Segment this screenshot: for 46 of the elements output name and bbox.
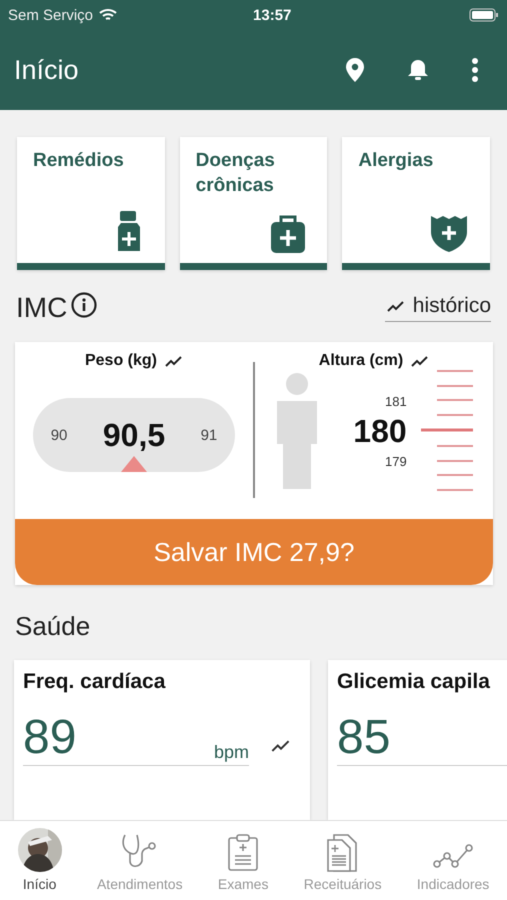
trend-icon[interactable]	[165, 355, 183, 367]
trend-icon[interactable]	[411, 355, 430, 367]
weight-label: Peso (kg)	[84, 352, 157, 370]
carrier-text: Sem Serviço	[8, 6, 94, 24]
medical-kit-icon	[271, 213, 306, 253]
battery-icon	[469, 8, 499, 22]
person-silhouette-icon	[275, 373, 320, 489]
shortcut-card[interactable]: Remédios	[17, 137, 165, 270]
height-label: Altura (cm)	[318, 352, 404, 370]
height-option: 181	[384, 394, 407, 408]
location-pin-icon[interactable]	[345, 57, 365, 83]
weight-value: 90,5	[102, 416, 166, 454]
height-picker[interactable]: 181 180 179	[353, 394, 407, 468]
height-option: 179	[384, 454, 407, 468]
shortcut-card[interactable]: Alergias	[342, 137, 490, 270]
section-title: Saúde	[14, 610, 92, 643]
shortcut-label: Alergias	[358, 149, 434, 173]
weight-picker[interactable]: 90 90,5 91	[33, 398, 235, 472]
wifi-icon	[99, 8, 118, 22]
health-card[interactable]: Glicemia capila 85	[328, 660, 507, 820]
clipboard-icon	[227, 834, 260, 872]
page-title: Início	[14, 54, 80, 86]
metric-value: 89	[23, 710, 76, 765]
tab[interactable]: Início	[18, 828, 62, 892]
pointer-icon	[121, 456, 147, 472]
history-link[interactable]: histórico	[384, 294, 491, 322]
more-menu-icon[interactable]	[471, 58, 479, 82]
metric-title: Glicemia capila	[337, 670, 490, 693]
trend-icon	[386, 300, 405, 312]
height-value: 180	[353, 412, 407, 450]
info-icon[interactable]	[71, 292, 98, 318]
trend-icon[interactable]	[271, 739, 291, 752]
shortcut-card[interactable]: Doenças crônicas	[180, 137, 328, 270]
bell-icon[interactable]	[407, 58, 429, 82]
metric-title: Freq. cardíaca	[23, 670, 166, 693]
weight-option: 90	[50, 426, 68, 444]
section-title: IMC	[16, 292, 68, 324]
shield-plus-icon	[430, 215, 468, 253]
clock-text: 13:57	[253, 6, 292, 24]
weight-option: 91	[200, 426, 218, 444]
shortcut-label: Doenças crônicas	[196, 149, 276, 198]
metric-value: 85	[337, 710, 390, 765]
metric-unit: bpm	[214, 742, 249, 764]
documents-icon	[326, 834, 360, 872]
shortcut-label: Remédios	[33, 149, 125, 173]
health-card[interactable]: Freq. cardíaca 89 bpm	[14, 660, 310, 820]
